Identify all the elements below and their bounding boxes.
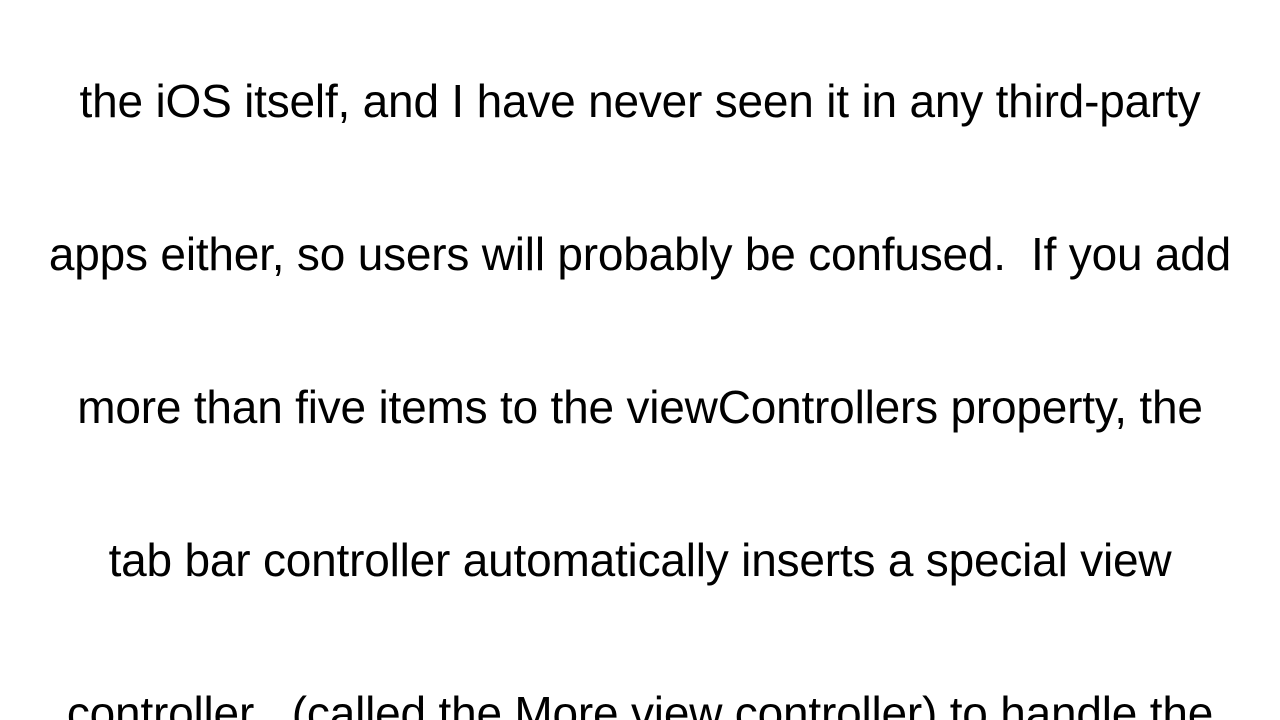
- paragraph-line: tab bar controller automatically inserts…: [108, 534, 1172, 586]
- paragraph-line: controller (called the More view control…: [66, 687, 1214, 720]
- paragraph-line: apps either, so users will probably be c…: [48, 228, 1232, 280]
- text-viewport: the iOS itself, and I have never seen it…: [0, 0, 1280, 720]
- paragraph-text-block: the iOS itself, and I have never seen it…: [0, 0, 1280, 720]
- paragraph-line: the iOS itself, and I have never seen it…: [79, 75, 1201, 127]
- paragraph-line: more than five items to the viewControll…: [77, 381, 1203, 433]
